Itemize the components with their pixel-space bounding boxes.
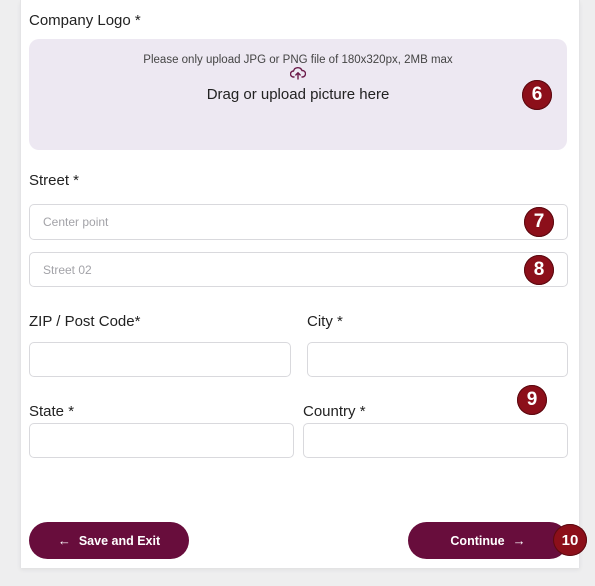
street-input-1[interactable] bbox=[29, 204, 568, 240]
save-and-exit-label: Save and Exit bbox=[78, 533, 161, 548]
city-input[interactable] bbox=[307, 342, 568, 377]
state-input[interactable] bbox=[29, 423, 294, 458]
arrow-left-icon: ← bbox=[57, 533, 71, 548]
step-badge-10: 10 bbox=[553, 524, 587, 556]
upload-hint: Please only upload JPG or PNG file of 18… bbox=[143, 54, 453, 66]
country-input[interactable] bbox=[303, 423, 568, 458]
logo-upload-dropzone[interactable]: Please only upload JPG or PNG file of 18… bbox=[29, 39, 567, 150]
zip-label: ZIP / Post Code* bbox=[29, 313, 141, 330]
save-and-exit-button[interactable]: ← Save and Exit bbox=[29, 522, 189, 559]
zip-input[interactable] bbox=[29, 342, 291, 377]
arrow-right-icon: → bbox=[512, 533, 526, 548]
step-badge-7: 7 bbox=[524, 207, 554, 237]
company-logo-label: Company Logo * bbox=[29, 12, 141, 29]
country-label: Country * bbox=[303, 403, 366, 420]
street-label: Street * bbox=[29, 172, 80, 189]
street-input-2[interactable] bbox=[29, 252, 568, 287]
upload-main-text: Drag or upload picture here bbox=[206, 86, 390, 103]
city-label: City * bbox=[307, 313, 343, 330]
cloud-upload-icon bbox=[290, 67, 306, 80]
step-badge-9: 9 bbox=[517, 385, 547, 415]
step-badge-6: 6 bbox=[522, 80, 552, 110]
step-badge-8: 8 bbox=[524, 255, 554, 285]
continue-label: Continue bbox=[450, 533, 505, 548]
continue-button[interactable]: Continue → bbox=[408, 522, 568, 559]
state-label: State * bbox=[29, 403, 75, 420]
